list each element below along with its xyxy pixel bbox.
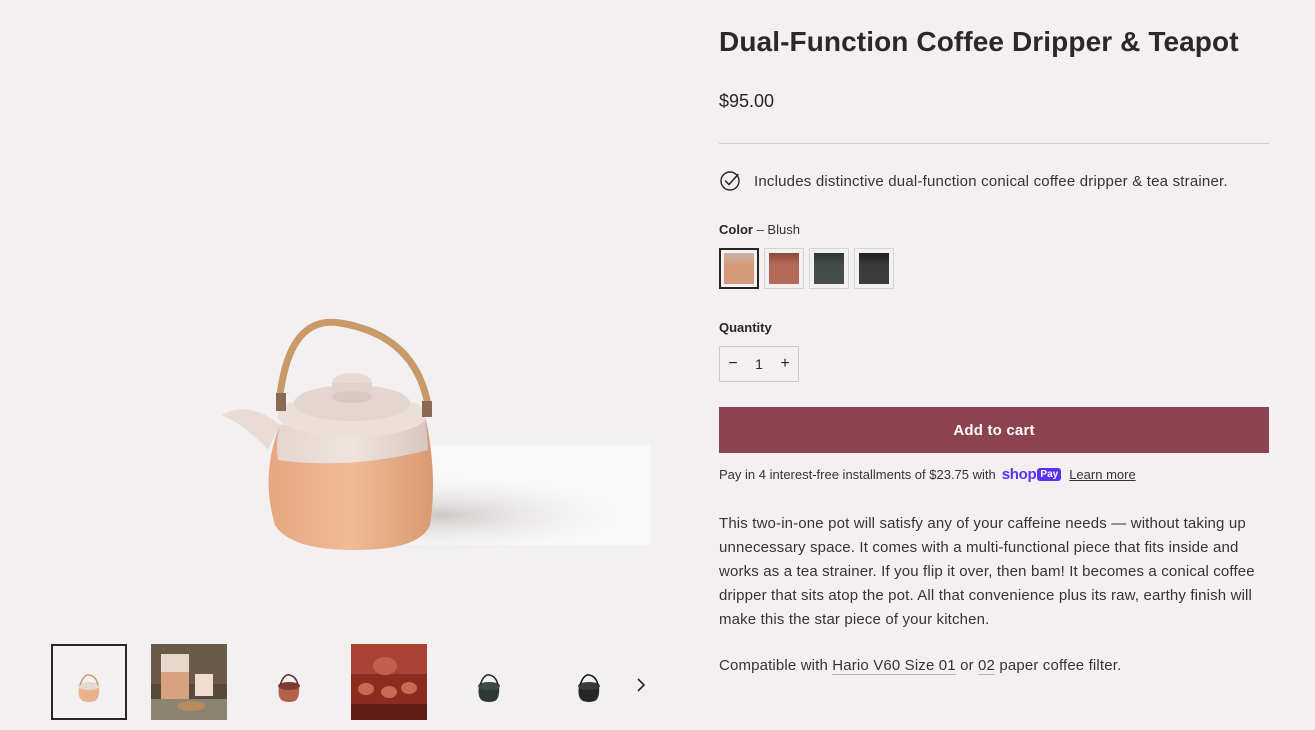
quantity-label: Quantity (719, 320, 772, 335)
feature-text: Includes distinctive dual-function conic… (754, 172, 1228, 190)
thumbnail-teapot-blush (51, 644, 127, 720)
add-to-cart-button[interactable]: Add to cart (719, 407, 1269, 453)
swatch-fill (814, 253, 844, 284)
thumbnail-6[interactable] (551, 644, 627, 720)
color-separator: – (752, 222, 768, 237)
thumbnail-kitchen-scene (151, 644, 227, 720)
thumbnail-5[interactable] (451, 644, 527, 720)
compat-suffix: paper coffee filter. (999, 657, 1122, 674)
color-selected-value: Blush (767, 222, 800, 237)
product-gallery (0, 0, 690, 730)
main-product-image[interactable] (180, 275, 650, 605)
check-circle-icon (720, 171, 740, 191)
product-description: This two-in-one pot will satisfy any of … (719, 515, 1255, 628)
thumbnail-teapot-black (551, 644, 627, 720)
installments-info: Pay in 4 interest-free installments of $… (719, 466, 1136, 483)
thumbnail-teapot-terracotta (251, 644, 327, 720)
compat-prefix: Compatible with (719, 657, 828, 674)
feature-highlight: Includes distinctive dual-function conic… (719, 170, 1228, 192)
thumbnail-3[interactable] (251, 644, 327, 720)
thumbnail-1[interactable] (51, 644, 127, 720)
installments-text: Pay in 4 interest-free installments of $… (719, 467, 996, 482)
quantity-plus-button[interactable]: + (772, 355, 798, 373)
learn-more-link[interactable]: Learn more (1069, 467, 1135, 482)
color-label: Color – Blush (719, 222, 800, 237)
swatch-blush[interactable] (719, 248, 759, 289)
swatch-terracotta[interactable] (764, 248, 804, 289)
product-page: Dual-Function Coffee Dripper & Teapot $9… (0, 0, 1315, 730)
swatch-fill (724, 253, 754, 284)
thumbnail-2[interactable] (151, 644, 227, 720)
product-price: $95.00 (719, 91, 775, 111)
quantity-stepper: − 1 + (719, 346, 799, 382)
hario-v60-link[interactable]: Hario V60 Size 01 (832, 657, 956, 675)
quantity-value[interactable]: 1 (746, 356, 772, 372)
quantity-minus-button[interactable]: − (720, 355, 746, 373)
swatch-forest[interactable] (809, 248, 849, 289)
size-02-link[interactable]: 02 (978, 657, 996, 675)
teapot-illustration (222, 318, 650, 555)
thumbnail-4[interactable] (351, 644, 427, 720)
thumbnail-next-button[interactable] (630, 674, 652, 696)
shop-pay-logo: shop (1001, 466, 1037, 483)
thumbnail-teapot-forest (451, 644, 527, 720)
divider (719, 143, 1269, 144)
thumbnail-terracotta-set (351, 644, 427, 720)
compatibility-note: Compatible with Hario V60 Size 01 or 02 … (719, 657, 1122, 675)
swatch-fill (769, 253, 799, 284)
compat-or: or (960, 657, 974, 674)
swatch-black[interactable] (854, 248, 894, 289)
swatch-fill (859, 253, 889, 284)
pay-badge: Pay (1037, 468, 1062, 481)
product-title: Dual-Function Coffee Dripper & Teapot (719, 26, 1239, 57)
color-label-title: Color (719, 222, 753, 237)
chevron-right-icon (637, 678, 646, 692)
